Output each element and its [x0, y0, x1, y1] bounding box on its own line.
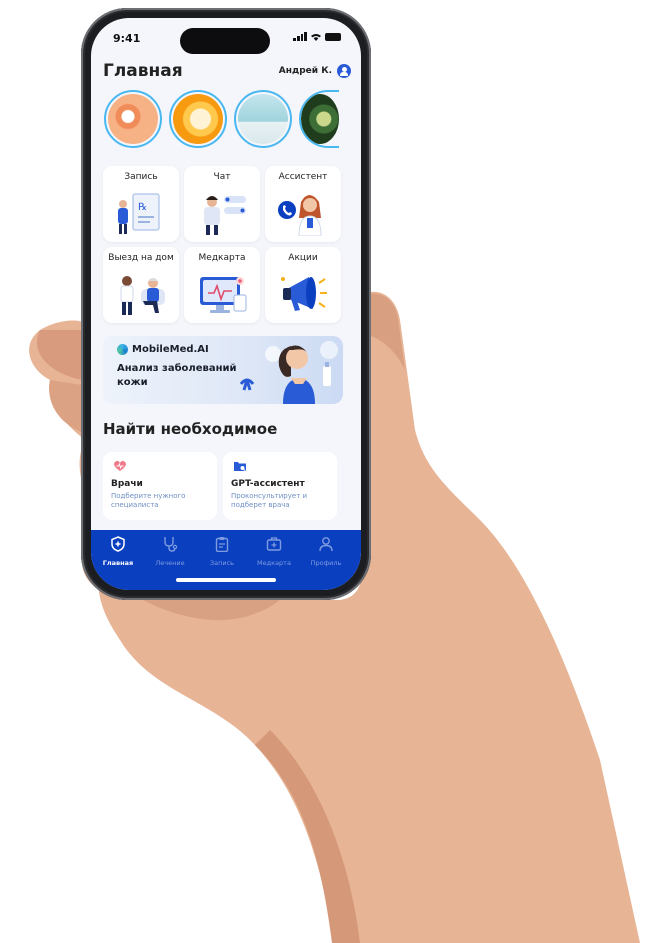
prescription-icon: ℞	[118, 193, 160, 234]
battery-icon	[325, 32, 341, 41]
user-profile-link[interactable]: Андрей К.	[279, 64, 351, 78]
tile-label: Акции	[288, 253, 318, 263]
clipboard-icon	[215, 537, 229, 553]
folder-icon	[234, 462, 246, 472]
mobilemed-logo-icon	[117, 344, 128, 355]
tab-appointment[interactable]: Запись	[197, 536, 247, 567]
tile-label: Медкарта	[198, 253, 246, 263]
banner-text: Анализ заболеваний кожи	[117, 363, 237, 388]
stories-row	[104, 90, 339, 148]
banner-brand: MobileMed.AI	[117, 344, 209, 355]
card-subtitle: Подберите нужного специалиста	[111, 492, 186, 509]
tile-label: Чат	[213, 172, 231, 182]
card-gpt-assistant[interactable]: GPT-ассистент Проконсультирует и подбере…	[223, 452, 337, 520]
tab-label: Медкарта	[257, 559, 291, 567]
page-title: Главная	[103, 61, 183, 81]
services-grid: Запись ℞ Чат Ассистент Выезд на дом Медк…	[103, 166, 343, 323]
bottles-image	[238, 94, 288, 144]
svg-text:℞: ℞	[138, 202, 147, 213]
home-indicator	[176, 578, 276, 582]
thumb-illustration	[340, 470, 480, 610]
status-time: 9:41	[113, 32, 141, 45]
tab-medcard[interactable]: Медкарта	[249, 536, 299, 567]
phone-screen: 9:41 Главная Андрей К. Запись ℞ Чат Асси…	[91, 18, 361, 590]
tile-home-visit[interactable]: Выезд на дом	[103, 247, 179, 323]
story-pills[interactable]	[104, 90, 162, 148]
medkit-icon	[266, 537, 282, 551]
tile-medcard[interactable]: Медкарта	[184, 247, 260, 323]
story-bottles[interactable]	[234, 90, 292, 148]
pills-image	[108, 94, 158, 144]
heart-icon	[114, 460, 126, 471]
chat-icon	[204, 196, 246, 235]
card-subtitle: Проконсультирует и подберет врача	[231, 492, 308, 509]
woman-skincare-illustration	[239, 341, 338, 404]
user-icon	[319, 537, 333, 552]
user-name: Андрей К.	[278, 66, 332, 76]
tab-label: Лечение	[155, 559, 185, 567]
scene: 9:41 Главная Андрей К. Запись ℞ Чат Асси…	[0, 0, 648, 943]
tile-promotions[interactable]: Акции	[265, 247, 341, 323]
megaphone-icon	[281, 277, 327, 311]
tile-label: Выезд на дом	[108, 253, 174, 263]
card-title: GPT-ассистент	[231, 479, 305, 489]
tab-home[interactable]: Главная	[93, 536, 143, 567]
header: Главная Андрей К.	[103, 60, 351, 82]
shield-plus-icon	[111, 536, 125, 552]
avatar-icon	[337, 64, 351, 78]
ai-banner[interactable]: MobileMed.AI Анализ заболеваний кожи	[103, 336, 343, 404]
assistant-icon	[278, 195, 322, 236]
tile-chat[interactable]: Чат	[184, 166, 260, 242]
story-orange[interactable]	[169, 90, 227, 148]
capsules-image	[301, 94, 339, 144]
tab-label: Запись	[209, 559, 235, 567]
tile-label: Запись	[124, 172, 158, 182]
tile-label: Ассистент	[278, 172, 328, 182]
tab-label: Главная	[102, 559, 134, 567]
wifi-icon	[311, 33, 321, 41]
tab-treatment[interactable]: Лечение	[145, 536, 195, 567]
banner-brand-text: MobileMed.AI	[132, 344, 209, 355]
tile-appointment[interactable]: Запись ℞	[103, 166, 179, 242]
home-visit-icon	[120, 276, 165, 315]
bottom-tab-bar: Главная Лечение Запись Медкарта Профиль	[91, 530, 361, 590]
tile-assistant[interactable]: Ассистент	[265, 166, 341, 242]
card-title: Врачи	[111, 479, 143, 489]
signal-icon	[293, 32, 307, 41]
find-cards: Врачи Подберите нужного специалиста GPT-…	[103, 452, 337, 520]
status-icons	[293, 32, 341, 41]
stethoscope-icon	[164, 537, 178, 552]
medcard-icon	[200, 277, 247, 313]
story-capsules[interactable]	[299, 90, 339, 148]
orange-image	[173, 94, 223, 144]
dynamic-island	[180, 28, 270, 54]
card-doctors[interactable]: Врачи Подберите нужного специалиста	[103, 452, 217, 520]
find-section-title: Найти необходимое	[103, 420, 278, 438]
